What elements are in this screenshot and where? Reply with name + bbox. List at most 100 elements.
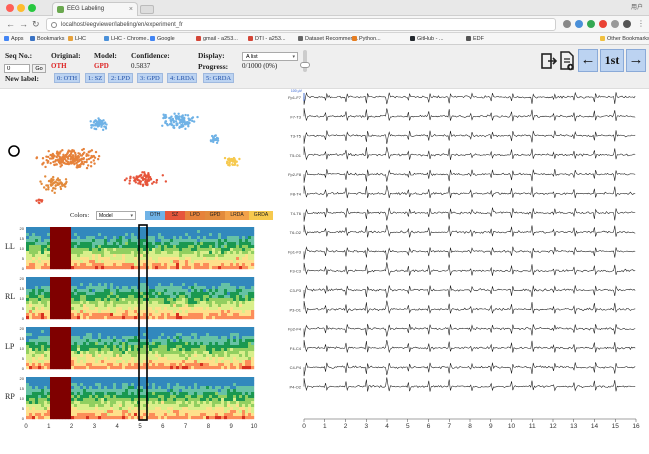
- extension-icon[interactable]: [623, 20, 631, 28]
- extension-icon[interactable]: [575, 20, 583, 28]
- spectrogram-cell: [224, 251, 227, 254]
- spectrogram-cell: [92, 401, 95, 404]
- bookmark-item[interactable]: LHC: [68, 35, 86, 43]
- spectrogram-cell: [71, 233, 74, 236]
- spectrogram-cell: [173, 333, 176, 336]
- bookmark-item[interactable]: Python...: [352, 35, 381, 43]
- bookmark-item[interactable]: Other Bookmarks: [600, 35, 649, 43]
- label-button-oth[interactable]: 0: OTH: [54, 73, 80, 83]
- new-tab-button[interactable]: [140, 5, 154, 14]
- extension-icon[interactable]: [563, 20, 571, 28]
- window-close-icon[interactable]: [6, 4, 14, 12]
- spectrogram-cell: [71, 230, 74, 233]
- prev-button[interactable]: ←: [578, 49, 598, 72]
- spectrogram-cell: [194, 289, 197, 292]
- spectrogram-cell: [125, 383, 128, 386]
- eeg-traces[interactable]: Fp1-F7F7-T3T3-T5T5-O1Fp2-F8F8-T4T4-T6T6-…: [276, 89, 649, 434]
- spectrogram-cell: [131, 380, 134, 383]
- label-button-lpd[interactable]: 2: LPD: [108, 73, 133, 83]
- spectrogram-cell: [104, 304, 107, 307]
- spectrogram-cell: [68, 251, 71, 254]
- site-info-icon[interactable]: [51, 22, 57, 28]
- gain-slider-handle[interactable]: [300, 62, 310, 68]
- first-button[interactable]: 1st: [600, 49, 624, 72]
- spectrogram-cell: [77, 292, 80, 295]
- spectrogram-cell: [110, 304, 113, 307]
- spectrogram-cell: [95, 336, 98, 339]
- browser-menu-icon[interactable]: ⋮: [637, 19, 645, 29]
- url-input[interactable]: localhost/eegviewer/labeling/en/experime…: [46, 18, 556, 31]
- window-user[interactable]: 用户: [631, 2, 643, 11]
- extension-icon[interactable]: [587, 20, 595, 28]
- bookmark-item[interactable]: Bookmarks: [30, 35, 65, 43]
- gain-slider-track[interactable]: [303, 50, 307, 72]
- spectrogram-cell: [125, 366, 128, 369]
- spectrogram-cell: [221, 410, 224, 413]
- spectrogram-cell: [98, 377, 101, 380]
- spectrogram-cell: [35, 230, 38, 233]
- label-button-grda[interactable]: 5: GRDA: [203, 73, 234, 83]
- seq-input[interactable]: [4, 64, 30, 73]
- spectrogram-cell: [194, 386, 197, 389]
- spectrogram-cell: [248, 257, 251, 260]
- display-select[interactable]: A list ▾: [242, 52, 298, 61]
- spectrogram-cell: [233, 254, 236, 257]
- tab-close-icon[interactable]: ×: [129, 3, 133, 16]
- embedding-scatter[interactable]: [0, 89, 275, 207]
- label-button-gpd[interactable]: 3: GPD: [137, 73, 163, 83]
- spectrogram-cell: [203, 389, 206, 392]
- save-file-icon[interactable]: [558, 49, 576, 73]
- bookmark-item[interactable]: gmail - a253...: [196, 35, 238, 43]
- spectrogram-cell: [209, 313, 212, 316]
- spectrogram-cell: [167, 401, 170, 404]
- window-minimize-icon[interactable]: [17, 4, 25, 12]
- spectrogram-cell: [68, 327, 71, 330]
- eeg-trace: [304, 262, 635, 276]
- spectrogram-cell: [65, 416, 68, 419]
- spectrogram-cell: [89, 236, 92, 239]
- spectrogram-cell: [215, 410, 218, 413]
- spectrogram-cell: [227, 230, 230, 233]
- spectrogram-cell: [53, 295, 56, 298]
- bookmark-item[interactable]: DTI - a253...: [248, 35, 286, 43]
- spectrogram-cell: [68, 292, 71, 295]
- spectrogram-cell: [89, 377, 92, 380]
- spectrogram-cell: [239, 233, 242, 236]
- spectrogram-cell: [203, 345, 206, 348]
- forward-icon[interactable]: →: [19, 19, 28, 29]
- spectrogram-cell: [221, 389, 224, 392]
- back-icon[interactable]: ←: [6, 19, 15, 29]
- spectrogram-cell: [68, 283, 71, 286]
- bookmark-item[interactable]: Apps: [4, 35, 24, 43]
- bookmark-item[interactable]: LHC - Chrome...: [104, 35, 151, 43]
- spectrogram-cell: [89, 383, 92, 386]
- bookmark-item[interactable]: Google: [150, 35, 175, 43]
- spectrogram-cell: [164, 333, 167, 336]
- go-button[interactable]: Go: [32, 64, 46, 73]
- browser-tab[interactable]: EEG Labeling ×: [52, 2, 138, 16]
- label-button-sz[interactable]: 1: SZ: [85, 73, 105, 83]
- spectrogram-cell: [179, 363, 182, 366]
- spectrogram-cell: [95, 351, 98, 354]
- extension-icon[interactable]: [611, 20, 619, 28]
- spectrogram-cell: [140, 380, 143, 383]
- bookmark-item[interactable]: Dataset Recommen...: [298, 35, 358, 43]
- colors-select[interactable]: Model ▾: [96, 211, 136, 220]
- bookmark-item[interactable]: EDF: [466, 35, 484, 43]
- reload-icon[interactable]: ↻: [32, 19, 40, 29]
- bookmark-item[interactable]: GitHub - ...: [410, 35, 444, 43]
- spectrogram-cell: [62, 333, 65, 336]
- window-zoom-icon[interactable]: [28, 4, 36, 12]
- spectrogram-cell: [62, 383, 65, 386]
- spectrogram-cell: [203, 351, 206, 354]
- spectrogram-cell: [158, 248, 161, 251]
- spectrogram-cell: [212, 298, 215, 301]
- next-button[interactable]: →: [626, 49, 646, 72]
- spectrogram-cell: [80, 386, 83, 389]
- spectrogram-cell: [236, 404, 239, 407]
- exit-icon[interactable]: [540, 49, 558, 73]
- label-button-lrda[interactable]: 4: LRDA: [167, 73, 197, 83]
- spectrogram-cell: [50, 360, 53, 363]
- spectrogram-cell: [242, 380, 245, 383]
- extension-icon[interactable]: [599, 20, 607, 28]
